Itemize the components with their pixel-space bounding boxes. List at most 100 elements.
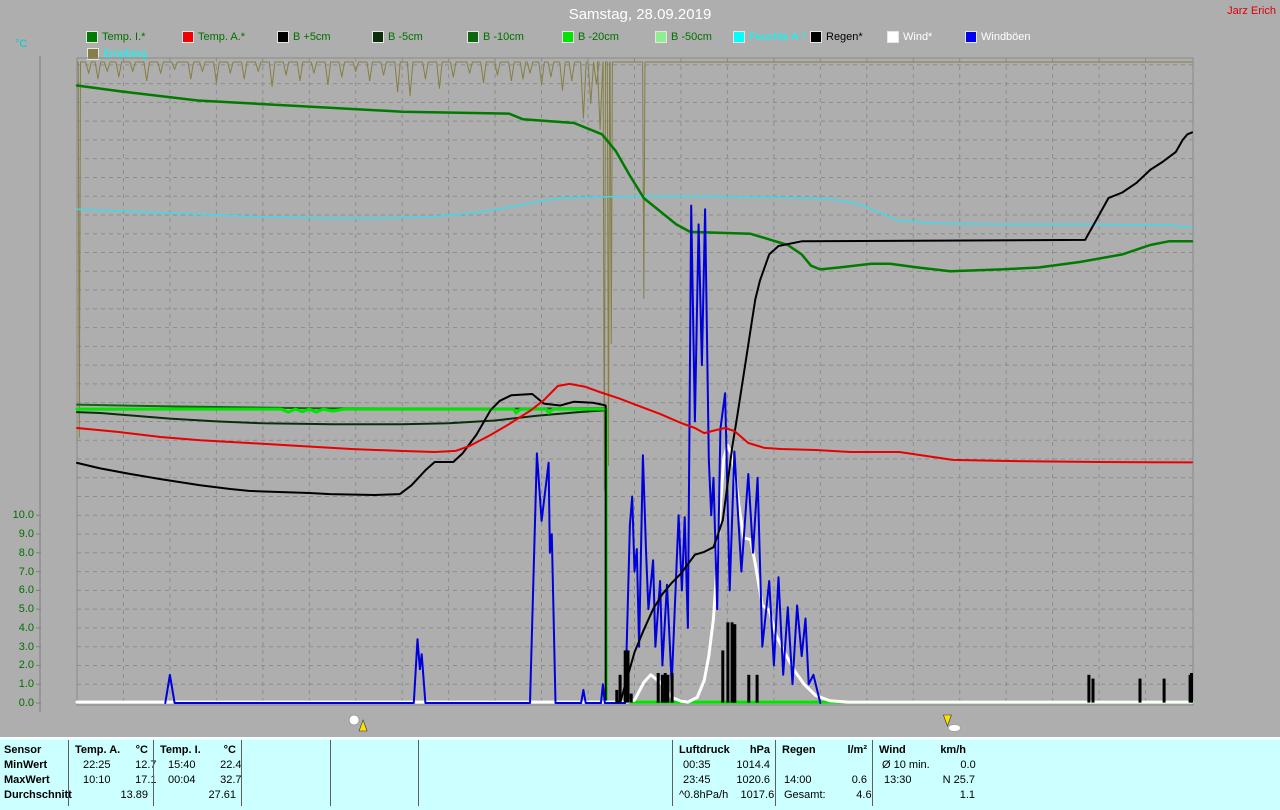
sunrise-marker	[348, 714, 368, 732]
column-name: Luftdruck	[679, 744, 730, 756]
table-row: 10:10 17.1	[69, 773, 157, 788]
sunset-marker	[942, 714, 961, 732]
column-unit: km/h	[940, 744, 966, 756]
y-axis-label: 10.0	[12, 509, 34, 522]
stats-table: Sensor MinWert MaxWert Durchschnitt Temp…	[0, 740, 1280, 810]
column-header: Temp. I. °C	[154, 743, 241, 758]
rain-bar	[755, 674, 759, 703]
plot-border	[76, 57, 1194, 706]
rain-bar	[660, 674, 664, 703]
min-time: 15:40	[168, 759, 196, 771]
stats-row-label-maxwert: MaxWert	[4, 774, 50, 786]
stats-column-regen: Regen l/m² 14:00 0.6 Gesamt: 4.6	[775, 740, 872, 806]
weather-chart[interactable]	[0, 0, 1280, 738]
table-row: ^0.8hPa/h 1017.6	[673, 788, 775, 803]
column-header: Temp. A. °C	[69, 743, 153, 758]
y-axis-label: 7.0	[18, 565, 34, 578]
max-time: 23:45	[683, 774, 711, 786]
min-value: 1014.4	[736, 759, 770, 771]
table-row	[776, 758, 872, 773]
avg-label	[873, 788, 929, 803]
table-row: 22:25 12.7	[69, 758, 157, 773]
avg-value: 27.61	[208, 789, 236, 801]
rain-bar	[656, 673, 660, 703]
max-value: 0.6	[851, 774, 867, 786]
y-axis-label: 8.0	[18, 546, 34, 559]
table-divider	[241, 740, 242, 806]
rain-bar	[670, 673, 674, 703]
table-row: 23:45 1020.6	[673, 773, 775, 788]
min-time	[776, 758, 821, 773]
rain-bar	[747, 674, 751, 703]
total-value: 4.6	[856, 789, 872, 801]
max-time: 13:30	[884, 774, 912, 786]
table-row: 00:04 32.7	[154, 773, 242, 788]
stats-column-temp-i: Temp. I. °C 15:40 22.4 00:04 32.7 27.61	[153, 740, 242, 806]
column-unit: °C	[135, 744, 148, 756]
y-axis-label: 9.0	[18, 528, 34, 541]
max-time: 14:00	[784, 774, 812, 786]
rain-bar	[733, 624, 737, 703]
y-axis-label: 1.0	[18, 678, 34, 691]
y-axis-label: 2.0	[18, 659, 34, 672]
rain-bar	[1138, 678, 1142, 703]
table-row: 13:30 N 25.7	[873, 773, 980, 788]
stats-row-label-minwert: MinWert	[4, 759, 48, 771]
min-time: 00:35	[683, 759, 711, 771]
y-axis-label: 0.0	[18, 697, 34, 709]
max-value: 1020.6	[736, 774, 770, 786]
table-row: 1.1	[873, 788, 980, 803]
max-time: 10:10	[83, 774, 111, 786]
rain-bar	[629, 693, 633, 703]
rain-bar	[666, 674, 670, 703]
column-unit: °C	[223, 744, 236, 756]
table-row: 15:40 22.4	[154, 758, 242, 773]
stats-column-temp-a: Temp. A. °C 22:25 12.7 10:10 17.1 13.89	[68, 740, 157, 806]
column-header: Luftdruck hPa	[673, 743, 775, 758]
min-value: 22.4	[220, 759, 242, 771]
y-axis-label: 6.0	[18, 584, 34, 597]
rain-bar	[730, 622, 734, 703]
column-header: Regen l/m²	[776, 743, 872, 758]
table-row: Gesamt: 4.6	[776, 788, 872, 803]
rain-bar	[615, 689, 619, 703]
column-unit: l/m²	[847, 744, 867, 756]
avg10-label: Ø 10 min.	[882, 759, 930, 771]
column-name: Regen	[782, 744, 816, 756]
min-value	[821, 758, 872, 773]
y-axis-label: 3.0	[18, 640, 34, 653]
rain-bar	[618, 674, 622, 703]
y-axis-label: 4.0	[18, 621, 34, 634]
stats-row-label-durchschnitt: Durchschnitt	[4, 789, 72, 801]
avg-value: 1017.6	[740, 789, 775, 801]
column-name: Wind	[879, 744, 906, 756]
table-row: Ø 10 min. 0.0	[873, 758, 980, 773]
column-name: Temp. I.	[160, 744, 201, 756]
avg-value: 1.1	[959, 789, 975, 801]
trend-label: ^0.8hPa/h	[679, 789, 729, 801]
rain-bar	[1091, 678, 1095, 703]
column-unit: hPa	[749, 744, 770, 756]
weather-app-window: Samstag, 28.09.2019 Jarz Erich °C Temp. …	[0, 0, 1280, 810]
table-row: 00:35 1014.4	[673, 758, 775, 773]
stats-column-luftdruck: Luftdruck hPa 00:35 1014.4 23:45 1020.6 ^0…	[672, 740, 775, 806]
total-label: Gesamt:	[784, 789, 826, 801]
min-time: 22:25	[83, 759, 111, 771]
y-axis-label: 5.0	[18, 603, 34, 616]
series-regen-summe	[615, 131, 1193, 704]
table-divider	[418, 740, 419, 806]
rain-bar	[1087, 674, 1091, 703]
max-time: 00:04	[168, 774, 196, 786]
rain-bar	[721, 650, 725, 703]
avg-label	[69, 788, 102, 803]
max-value: 32.7	[220, 774, 242, 786]
table-row: 27.61	[154, 788, 241, 803]
column-name: Temp. A.	[75, 744, 121, 756]
stats-column-wind: Wind km/h Ø 10 min. 0.0 13:30 N 25.7 1.1	[872, 740, 980, 806]
rain-bar	[726, 622, 730, 703]
stats-header-sensor: Sensor	[4, 744, 42, 756]
rain-bar	[626, 650, 630, 703]
table-row: 14:00 0.6	[776, 773, 872, 788]
rain-bar	[663, 673, 667, 703]
avg-value: 13.89	[120, 789, 148, 801]
